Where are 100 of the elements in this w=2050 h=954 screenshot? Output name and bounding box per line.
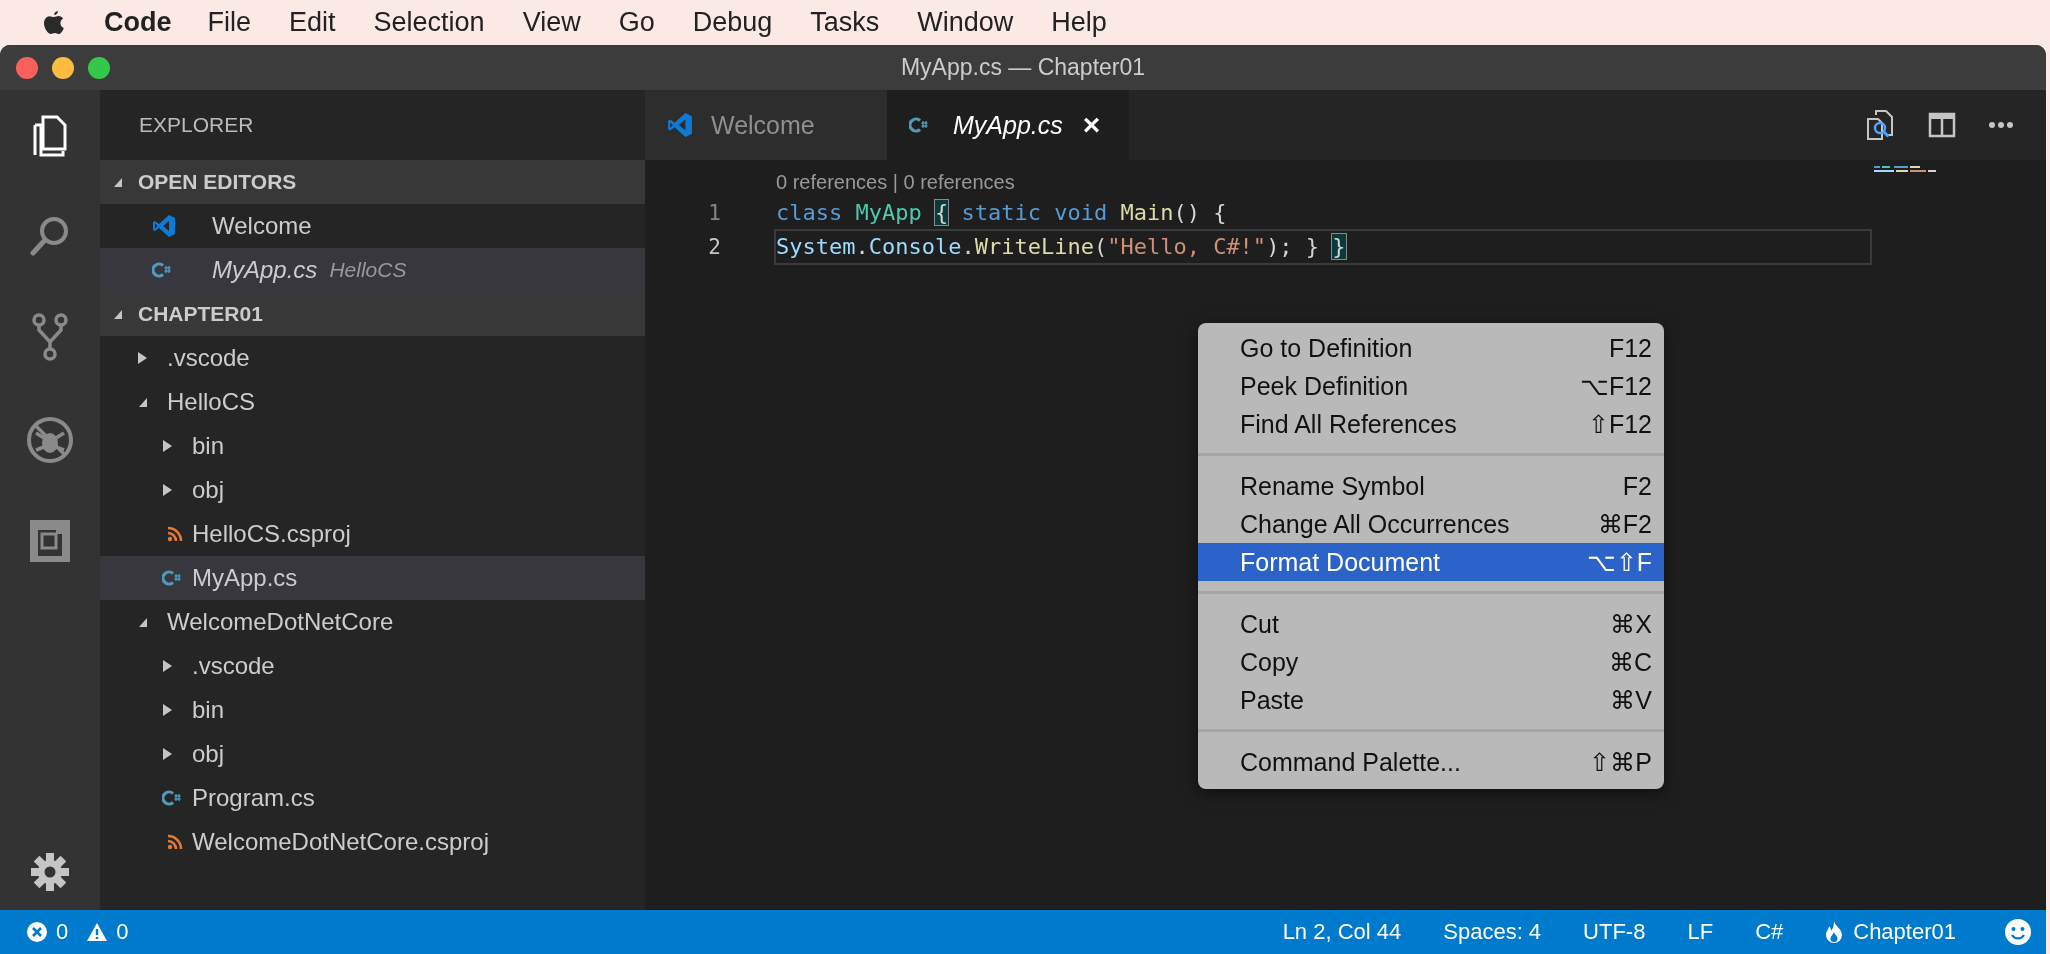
menu-item[interactable]: Peek Definition ⌥F12 (1198, 367, 1664, 405)
section-header[interactable]: CHAPTER01 (100, 292, 645, 336)
split-editor-icon[interactable] (1928, 112, 1956, 138)
explorer-folder-row[interactable]: .vscode (100, 644, 645, 688)
close-tab-button[interactable]: × (1082, 108, 1101, 142)
extensions-icon[interactable] (28, 518, 72, 564)
line-number: 1 (707, 201, 721, 225)
file-name: obj (192, 740, 225, 768)
error-count[interactable]: 0 (56, 919, 69, 945)
shortcut-text: ⌥F12 (1579, 371, 1652, 401)
csharp-file-icon (152, 261, 174, 279)
settings-icon[interactable] (30, 852, 70, 892)
explorer-file-row[interactable]: HelloCS.csproj (100, 512, 645, 556)
status-item[interactable]: Ln 2, Col 44 (1282, 919, 1402, 945)
smiley-icon[interactable] (2004, 918, 2032, 946)
shortcut-text: ⌥⇧F (1586, 547, 1652, 577)
shortcut-text: ⌘F2 (1597, 509, 1652, 539)
menu-item[interactable]: Edit (289, 7, 336, 38)
app-menu[interactable]: Code (104, 7, 172, 38)
shortcut-text: ⌘C (1608, 647, 1652, 677)
explorer-folder-row[interactable]: bin (100, 424, 645, 468)
explorer-folder-row[interactable]: obj (100, 732, 645, 776)
code-line: class MyApp { static void Main() { (775, 199, 1228, 227)
flame-icon[interactable] (1825, 920, 1844, 944)
menu-item[interactable]: Debug (692, 7, 773, 38)
shortcut-text: ⌘V (1610, 685, 1652, 715)
menu-item[interactable]: Window (917, 7, 1014, 38)
open-preview-icon[interactable] (1866, 109, 1896, 141)
menu-item[interactable]: Tasks (810, 7, 880, 38)
shortcut-text: ⌘X (1610, 609, 1652, 639)
shortcut-text: ⇧⌘P (1589, 747, 1652, 777)
minimize-window-button[interactable] (52, 56, 74, 79)
source-control-icon[interactable] (30, 312, 70, 362)
explorer-folder-row[interactable]: HelloCS (100, 380, 645, 424)
warning-count[interactable]: 0 (116, 919, 129, 945)
codelens-text[interactable]: 0 references | 0 references (776, 170, 1015, 194)
file-name: MyApp.cs (192, 564, 298, 592)
line-number: 2 (707, 235, 721, 259)
menu-item[interactable]: Copy ⌘C (1198, 643, 1664, 681)
menu-item[interactable]: Change All Occurrences ⌘F2 (1198, 505, 1664, 543)
explorer-folder-row[interactable]: WelcomeDotNetCore (100, 600, 645, 644)
shortcut-text: F12 (1608, 333, 1652, 363)
more-actions-icon[interactable] (1988, 121, 2014, 129)
file-name: obj (192, 476, 225, 504)
minimap-drawing (1874, 166, 1936, 172)
status-item[interactable]: UTF-8 (1583, 919, 1646, 945)
menu-item[interactable]: Paste ⌘V (1198, 681, 1664, 719)
editor-tab[interactable]: MyApp.cs × (887, 90, 1129, 160)
project-name[interactable]: Chapter01 (1853, 919, 1956, 945)
status-item[interactable]: Spaces: 4 (1443, 919, 1542, 945)
menu-item[interactable]: Cut ⌘X (1198, 605, 1664, 643)
warning-icon[interactable] (86, 922, 109, 942)
explorer-title: EXPLORER (138, 112, 255, 138)
file-name: Welcome (212, 212, 312, 240)
close-window-button[interactable] (16, 56, 38, 79)
menu-item[interactable]: Go to Definition F12 (1198, 329, 1664, 367)
shortcut-text: F2 (1622, 471, 1652, 501)
open-editor-item[interactable]: Welcome (100, 204, 645, 248)
explorer-file-row[interactable]: MyApp.cs (100, 556, 645, 600)
explorer-folder-row[interactable]: .vscode (100, 336, 645, 380)
explorer-file-row[interactable]: WelcomeDotNetCore.csproj (100, 820, 645, 864)
vscode-logo-icon (152, 214, 176, 238)
file-name: HelloCS (167, 388, 256, 416)
explorer-folder-row[interactable]: obj (100, 468, 645, 512)
section-title: OPEN EDITORS (138, 170, 297, 194)
file-name: Program.cs (192, 784, 315, 812)
debug-icon[interactable] (26, 416, 74, 464)
editor-tab[interactable]: Welcome (645, 90, 887, 160)
menu-item[interactable]: Command Palette... ⇧⌘P (1198, 743, 1664, 781)
menu-item[interactable]: Rename Symbol F2 (1198, 467, 1664, 505)
file-name: HelloCS.csproj (192, 520, 351, 548)
window-title: MyApp.cs — Chapter01 (900, 54, 1146, 81)
file-name: MyApp.cs (212, 256, 318, 284)
explorer-file-row[interactable]: Program.cs (100, 776, 645, 820)
vscode-logo-icon (667, 112, 693, 138)
file-name: bin (192, 432, 225, 460)
menu-item[interactable]: Go (618, 7, 655, 38)
file-name: WelcomeDotNetCore.csproj (192, 828, 489, 856)
explorer-folder-row[interactable]: bin (100, 688, 645, 732)
file-name: .vscode (167, 344, 250, 372)
section-title: CHAPTER01 (138, 302, 263, 326)
shortcut-text: ⇧F12 (1587, 409, 1652, 439)
menu-item[interactable]: View (522, 7, 581, 38)
open-editor-item[interactable]: MyApp.cs HelloCS (100, 248, 645, 292)
rss-file-icon (166, 833, 184, 851)
tab-label: MyApp.cs (953, 110, 1063, 140)
menu-item[interactable]: Find All References ⇧F12 (1198, 405, 1664, 443)
menu-item[interactable]: File (207, 7, 251, 38)
status-item[interactable]: LF (1687, 919, 1714, 945)
menu-item[interactable]: Help (1051, 7, 1107, 38)
csharp-file-icon (909, 116, 931, 134)
error-icon[interactable] (26, 921, 48, 943)
status-item[interactable]: C# (1755, 919, 1784, 945)
menu-item[interactable]: Selection (373, 7, 485, 38)
csharp-file-icon (162, 789, 184, 807)
zoom-window-button[interactable] (88, 56, 110, 79)
file-name: .vscode (192, 652, 275, 680)
file-name: bin (192, 696, 225, 724)
section-header[interactable]: OPEN EDITORS (100, 160, 645, 204)
menu-item[interactable]: Format Document ⌥⇧F (1198, 543, 1664, 581)
